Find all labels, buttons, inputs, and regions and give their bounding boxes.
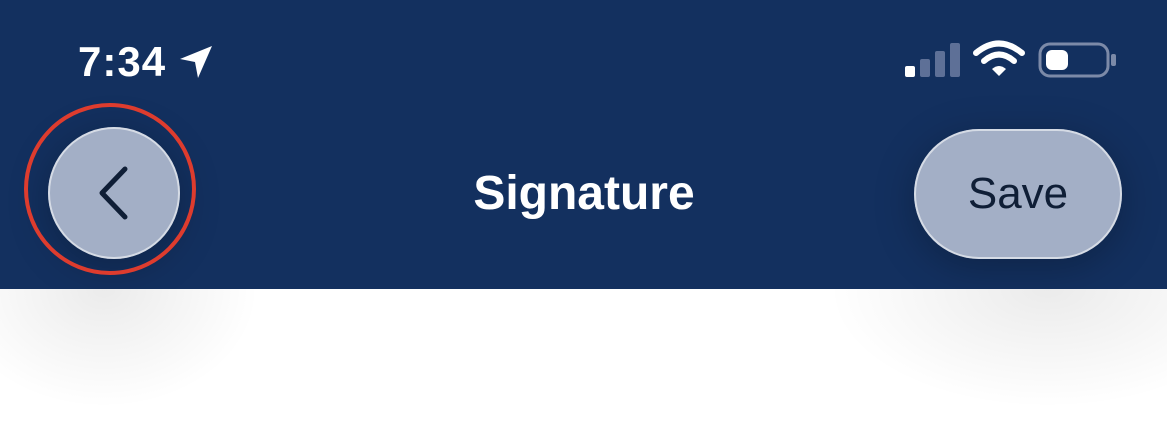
location-arrow-icon xyxy=(180,46,213,78)
app-screen: 7:34 Signature Save xyxy=(0,0,1167,448)
status-time-group: 7:34 xyxy=(78,36,216,88)
button-shadow-right xyxy=(827,289,1167,409)
chevron-left-icon xyxy=(99,166,128,220)
signature-content-area[interactable] xyxy=(0,289,1167,448)
page-title: Signature xyxy=(473,167,695,220)
battery-icon xyxy=(1038,42,1116,78)
status-time: 7:34 xyxy=(78,38,167,85)
back-button[interactable] xyxy=(48,127,180,259)
save-button[interactable]: Save xyxy=(914,129,1122,259)
cellular-signal-icon xyxy=(905,43,960,77)
header-bar: 7:34 Signature Save xyxy=(0,0,1167,289)
button-shadow-left xyxy=(0,289,260,409)
wifi-icon xyxy=(973,40,1025,76)
